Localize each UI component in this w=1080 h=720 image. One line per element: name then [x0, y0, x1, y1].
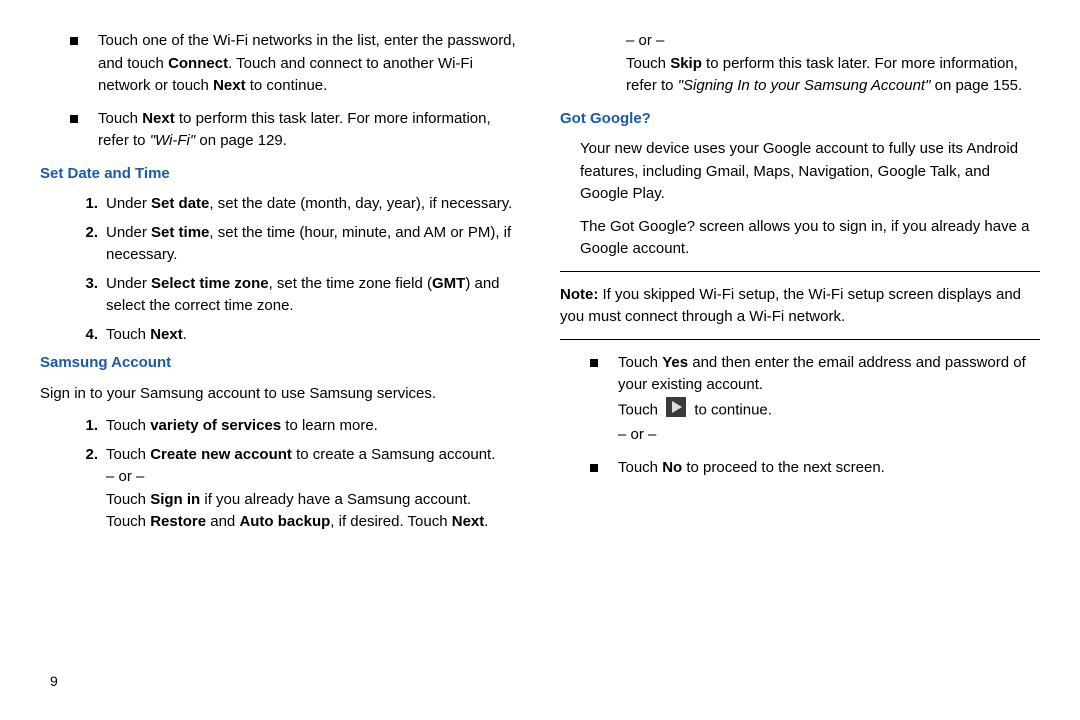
- or-text: – or –: [106, 466, 520, 489]
- bullet-square-icon: [70, 37, 78, 45]
- or-text: – or –: [626, 30, 1040, 53]
- text: Touch: [626, 55, 670, 72]
- skip-label: Skip: [670, 55, 702, 72]
- text: on page 129.: [195, 132, 287, 149]
- text: Under: [106, 275, 151, 292]
- text: Touch: [98, 110, 142, 127]
- text: .: [484, 513, 488, 530]
- text: to proceed to the next screen.: [682, 459, 885, 476]
- text: .: [183, 326, 187, 343]
- text: Under: [106, 224, 151, 241]
- heading-set-date-time: Set Date and Time: [40, 163, 520, 186]
- text: , set the time zone field (: [269, 275, 432, 292]
- or-text: – or –: [618, 424, 1040, 447]
- text: and: [206, 513, 239, 530]
- signing-in-ref: "Signing In to your Samsung Account": [678, 77, 931, 94]
- step-number: 2.: [40, 222, 98, 267]
- step-number: 1.: [40, 193, 98, 216]
- step-2: 2. Under Set time, set the time (hour, m…: [40, 222, 520, 267]
- google-bullet-2: Touch No to proceed to the next screen.: [560, 457, 1040, 480]
- next-label: Next: [452, 513, 485, 530]
- text: Touch: [618, 401, 662, 418]
- text: Under: [106, 195, 151, 212]
- text: , set the date (month, day, year), if ne…: [209, 195, 512, 212]
- sa-step-1: 1. Touch variety of services to learn mo…: [40, 415, 520, 438]
- connect-label: Connect: [168, 55, 228, 72]
- create-new-account-label: Create new account: [150, 446, 292, 463]
- google-bullet-1: Touch Yes and then enter the email addre…: [560, 352, 1040, 447]
- text: Touch: [106, 491, 150, 508]
- note-label: Note:: [560, 286, 598, 303]
- google-para-2: The Got Google? screen allows you to sig…: [580, 216, 1040, 261]
- sa-step-2: 2. Touch Create new account to create a …: [40, 444, 520, 534]
- google-para-1: Your new device uses your Google account…: [580, 138, 1040, 206]
- step-number: 4.: [40, 324, 98, 347]
- step-number: 2.: [40, 444, 98, 534]
- text: to create a Samsung account.: [292, 446, 495, 463]
- left-column: Touch one of the Wi-Fi networks in the l…: [40, 30, 520, 700]
- wifi-bullet-2: Touch Next to perform this task later. F…: [40, 108, 520, 153]
- sign-in-label: Sign in: [150, 491, 200, 508]
- text: , if desired. Touch: [330, 513, 451, 530]
- step-4: 4. Touch Next.: [40, 324, 520, 347]
- text: if you already have a Samsung account.: [200, 491, 471, 508]
- bullet-square-icon: [70, 115, 78, 123]
- bullet-square-icon: [590, 359, 598, 367]
- yes-label: Yes: [662, 354, 688, 371]
- note-block: Note: If you skipped Wi-Fi setup, the Wi…: [560, 284, 1040, 329]
- separator: [560, 271, 1040, 272]
- step-3: 3. Under Select time zone, set the time …: [40, 273, 520, 318]
- step-number: 1.: [40, 415, 98, 438]
- variety-of-services-label: variety of services: [150, 417, 281, 434]
- text: to continue.: [246, 77, 328, 94]
- text: on page 155.: [930, 77, 1022, 94]
- text: Touch: [106, 446, 150, 463]
- heading-got-google: Got Google?: [560, 108, 1040, 131]
- gmt-label: GMT: [432, 275, 465, 292]
- step-1: 1. Under Set date, set the date (month, …: [40, 193, 520, 216]
- text: Touch: [618, 459, 662, 476]
- set-date-label: Set date: [151, 195, 209, 212]
- next-label: Next: [213, 77, 246, 94]
- auto-backup-label: Auto backup: [239, 513, 330, 530]
- restore-label: Restore: [150, 513, 206, 530]
- bullet-square-icon: [590, 464, 598, 472]
- text: Touch: [618, 354, 662, 371]
- set-time-label: Set time: [151, 224, 209, 241]
- play-arrow-icon: [666, 397, 686, 425]
- samsung-account-intro: Sign in to your Samsung account to use S…: [40, 383, 520, 406]
- text: to continue.: [694, 401, 772, 418]
- text: to learn more.: [281, 417, 378, 434]
- separator: [560, 339, 1040, 340]
- wifi-bullet-1: Touch one of the Wi-Fi networks in the l…: [40, 30, 520, 98]
- text: Touch: [106, 326, 150, 343]
- wifi-ref: "Wi-Fi": [150, 132, 196, 149]
- next-label: Next: [142, 110, 175, 127]
- no-label: No: [662, 459, 682, 476]
- step-number: 3.: [40, 273, 98, 318]
- text: Touch: [106, 513, 150, 530]
- heading-samsung-account: Samsung Account: [40, 352, 520, 375]
- next-label: Next: [150, 326, 183, 343]
- text: Touch: [106, 417, 150, 434]
- page-number: 9: [50, 673, 58, 689]
- note-text: If you skipped Wi-Fi setup, the Wi-Fi se…: [560, 286, 1021, 326]
- select-time-zone-label: Select time zone: [151, 275, 269, 292]
- right-column: – or – Touch Skip to perform this task l…: [560, 30, 1040, 700]
